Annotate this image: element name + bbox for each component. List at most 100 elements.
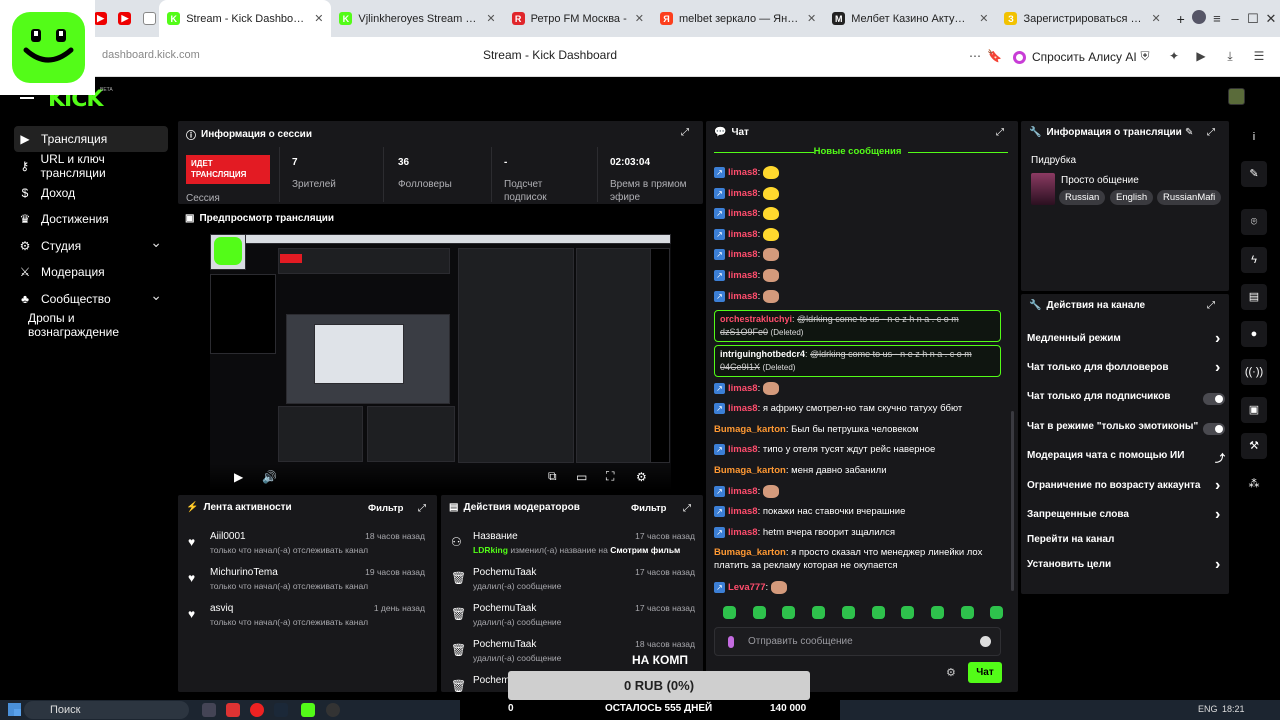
close-icon[interactable]: ✕ bbox=[1262, 11, 1280, 27]
list-icon[interactable]: ▤ bbox=[1241, 284, 1267, 310]
sidebar-item[interactable]: ⚔ Модерация bbox=[14, 259, 168, 285]
mod-action-name[interactable]: PochemuTaak bbox=[473, 603, 536, 614]
mod-filter-button[interactable]: Фильтр bbox=[631, 503, 666, 514]
activity-filter-button[interactable]: Фильтр bbox=[368, 503, 403, 514]
chat-username[interactable]: limas8 bbox=[728, 270, 758, 281]
tab-close-icon[interactable]: ✕ bbox=[635, 12, 644, 25]
popout-icon[interactable]: ⤢ bbox=[1207, 127, 1215, 138]
emote-icon[interactable] bbox=[930, 606, 944, 619]
yandex-icon[interactable] bbox=[226, 703, 240, 717]
channel-action-item[interactable]: Запрещенные слова › bbox=[1027, 506, 1227, 529]
chat-username[interactable]: limas8 bbox=[728, 383, 758, 394]
microphone-icon[interactable] bbox=[728, 636, 734, 648]
popout-icon[interactable]: ⤢ bbox=[996, 127, 1004, 138]
volume-icon[interactable]: 🔊 bbox=[262, 470, 277, 484]
clipboard-icon[interactable]: ▣ bbox=[1241, 397, 1267, 423]
clock[interactable]: 18:21 bbox=[1222, 704, 1245, 714]
emote-icon[interactable] bbox=[723, 606, 736, 619]
popout-icon[interactable]: ⤢ bbox=[683, 503, 691, 514]
settings-icon[interactable]: ⚙ bbox=[636, 470, 647, 484]
play-icon[interactable]: ▶ bbox=[1194, 49, 1208, 63]
mod-action-name[interactable]: Pochem bbox=[473, 675, 510, 686]
browser-tab[interactable]: Яmelbet зеркало — Яндекс ✕ bbox=[652, 0, 824, 37]
broadcast-icon[interactable]: ((·)) bbox=[1241, 359, 1267, 385]
channel-action-item[interactable]: Медленный режим › bbox=[1027, 330, 1227, 353]
chat-username[interactable]: limas8 bbox=[728, 208, 758, 219]
mod-action-name[interactable]: PochemuTaak bbox=[473, 567, 536, 578]
theater-icon[interactable]: ▭ bbox=[576, 470, 587, 484]
chat-username[interactable]: limas8 bbox=[728, 486, 758, 497]
chat-scrollbar[interactable] bbox=[1011, 411, 1014, 591]
chat-username[interactable]: orchestrakluchyi bbox=[720, 314, 792, 324]
more-icon[interactable]: ⋯ bbox=[968, 49, 982, 63]
pencil-icon[interactable]: ✎ bbox=[1241, 161, 1267, 187]
sidebar-item[interactable]: $ Доход bbox=[14, 180, 168, 206]
activity-user[interactable]: MichurinoTema bbox=[210, 567, 278, 578]
activity-user[interactable]: asviq bbox=[210, 603, 233, 614]
channel-action-item[interactable]: Ограничение по возрасту аккаунта › bbox=[1027, 477, 1227, 500]
download-icon[interactable]: ⤓ bbox=[1223, 49, 1237, 63]
tab-close-icon[interactable]: ✕ bbox=[979, 12, 988, 25]
channel-action-item[interactable]: Модерация чата с помощью ИИ ⤴ bbox=[1027, 450, 1227, 470]
browser-tab[interactable]: K Vjlinkheroyes Stream - Wa ✕ bbox=[331, 0, 503, 37]
chat-username[interactable]: limas8 bbox=[728, 188, 758, 199]
chat-username[interactable]: Bumaga_karton bbox=[714, 547, 786, 558]
channel-action-item[interactable]: Чат только для фолловеров › bbox=[1027, 359, 1227, 382]
chat-username[interactable]: limas8 bbox=[728, 527, 758, 538]
info-icon[interactable]: i bbox=[1241, 124, 1267, 150]
kick-app-icon[interactable] bbox=[301, 703, 315, 717]
taskview-icon[interactable] bbox=[202, 703, 216, 717]
sidebar-item[interactable]: ♛ Достижения bbox=[14, 206, 168, 232]
extension-icon[interactable]: ✦ bbox=[1167, 49, 1181, 63]
chat-bubble-icon[interactable]: ● bbox=[1241, 321, 1267, 347]
tab-close-icon[interactable]: ✕ bbox=[314, 12, 323, 25]
chat-settings-icon[interactable]: ⚙ bbox=[946, 666, 956, 679]
emote-icon[interactable] bbox=[871, 606, 885, 619]
browser-tab[interactable]: K Stream - Kick Dashboard ✕ bbox=[159, 0, 332, 37]
fullscreen-icon[interactable]: ⛶ bbox=[606, 469, 614, 484]
steam-icon[interactable] bbox=[274, 703, 288, 717]
menu-icon[interactable]: ☰ bbox=[1252, 49, 1266, 63]
tab-close-icon[interactable]: ✕ bbox=[1151, 12, 1160, 25]
chat-username[interactable]: limas8 bbox=[728, 167, 758, 178]
emote-icon[interactable] bbox=[960, 606, 974, 619]
ask-alisa-button[interactable]: Спросить Алису AI bbox=[1013, 46, 1137, 68]
emote-icon[interactable] bbox=[752, 606, 766, 619]
obs-icon[interactable] bbox=[326, 703, 340, 717]
popout-icon[interactable]: ⤢ bbox=[1207, 300, 1215, 311]
wrench-icon[interactable]: ⚒ bbox=[1241, 433, 1267, 459]
chat-username[interactable]: limas8 bbox=[728, 403, 758, 414]
popout-icon[interactable]: ⤢ bbox=[418, 503, 426, 514]
pip-icon[interactable]: ⧉ bbox=[548, 469, 557, 484]
chat-username[interactable]: limas8 bbox=[728, 291, 758, 302]
emote-icon[interactable] bbox=[901, 606, 915, 619]
tab-close-icon[interactable]: ✕ bbox=[807, 12, 816, 25]
emote-icon[interactable] bbox=[812, 606, 826, 619]
stream-preview-video[interactable]: ▶ 🔊 ⧉ ▭ ⛶ ⚙ bbox=[210, 234, 671, 490]
minimize-icon[interactable]: – bbox=[1226, 11, 1244, 26]
sidebar-item[interactable]: ⚙ Студия ⌄ bbox=[14, 233, 168, 259]
mod-user[interactable]: LDRking bbox=[473, 545, 508, 555]
channel-action-item[interactable]: Установить цели › bbox=[1027, 556, 1227, 579]
browser-tab[interactable]: M Мелбет Казино Актуаль ✕ bbox=[824, 0, 996, 37]
emote-icon[interactable] bbox=[990, 606, 1004, 619]
chevron-down-icon[interactable]: ⌄ bbox=[150, 234, 162, 251]
chat-username[interactable]: limas8 bbox=[728, 506, 758, 517]
chat-input[interactable]: Отправить сообщение bbox=[714, 627, 1001, 656]
tab-youtube-2[interactable]: ▶ bbox=[110, 0, 134, 37]
windows-start-icon[interactable] bbox=[8, 703, 21, 716]
channel-action-item[interactable]: Перейти на канал bbox=[1027, 534, 1227, 554]
tab-close-icon[interactable]: ✕ bbox=[486, 12, 495, 25]
channel-action-item[interactable]: Чат только для подписчиков bbox=[1027, 391, 1227, 411]
chat-username[interactable]: intriguinghotbedcr4 bbox=[720, 349, 805, 359]
nodes-icon[interactable]: ⁂ bbox=[1241, 471, 1267, 497]
sidebar-item[interactable]: Дропы и вознаграждение bbox=[14, 311, 168, 339]
mod-action-name[interactable]: Название bbox=[473, 531, 518, 542]
sidebar-item[interactable]: ⚷ URL и ключ трансляции bbox=[14, 152, 168, 180]
mod-action-name[interactable]: PochemuTaak bbox=[473, 639, 536, 650]
maximize-icon[interactable]: ☐ bbox=[1244, 11, 1262, 27]
emoji-icon[interactable] bbox=[980, 636, 991, 647]
chat-username[interactable]: limas8 bbox=[728, 444, 758, 455]
browser-tab[interactable]: R Ретро FM Москва - ✕ bbox=[504, 0, 652, 37]
yandex-browser-icon[interactable] bbox=[250, 703, 264, 717]
